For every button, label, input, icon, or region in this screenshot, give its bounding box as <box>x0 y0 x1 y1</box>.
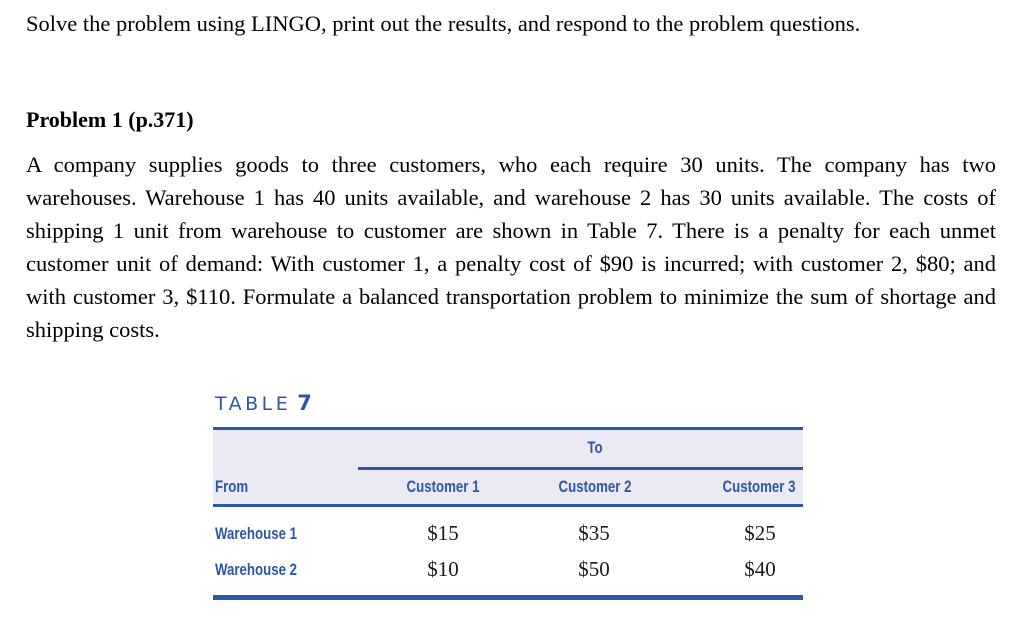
table-cell: $35 <box>578 521 610 545</box>
table-row-label: Warehouse 2 <box>215 560 298 579</box>
table-top-rule <box>213 427 803 430</box>
table-group-header: To <box>587 438 603 457</box>
table-group-rule <box>358 467 803 470</box>
table-cell: $25 <box>744 521 776 545</box>
table-row-label: Warehouse 1 <box>215 524 298 543</box>
table-column-header: Customer 2 <box>558 477 632 496</box>
problem-title: Problem 1 (p.371) <box>26 107 194 132</box>
table-row-header: From <box>215 477 249 496</box>
cost-table: To From Customer 1 Customer 2 Customer 3… <box>213 427 803 602</box>
table-bottom-rule <box>213 595 803 600</box>
table-column-header: Customer 3 <box>722 477 796 496</box>
problem-description: A company supplies goods to three custom… <box>26 152 996 342</box>
table-cell: $50 <box>578 557 610 581</box>
table-cell: $40 <box>744 557 776 581</box>
table-cell: $15 <box>427 521 459 545</box>
table-caption-number: 7 <box>297 391 312 415</box>
table-caption: TABLE 7 <box>215 389 312 418</box>
table-column-header: Customer 1 <box>406 477 480 496</box>
table-header-rule <box>213 504 803 507</box>
instruction-text: Solve the problem using LINGO, print out… <box>26 11 861 36</box>
table-caption-label: TABLE <box>215 393 292 415</box>
table-cell: $10 <box>427 557 459 581</box>
